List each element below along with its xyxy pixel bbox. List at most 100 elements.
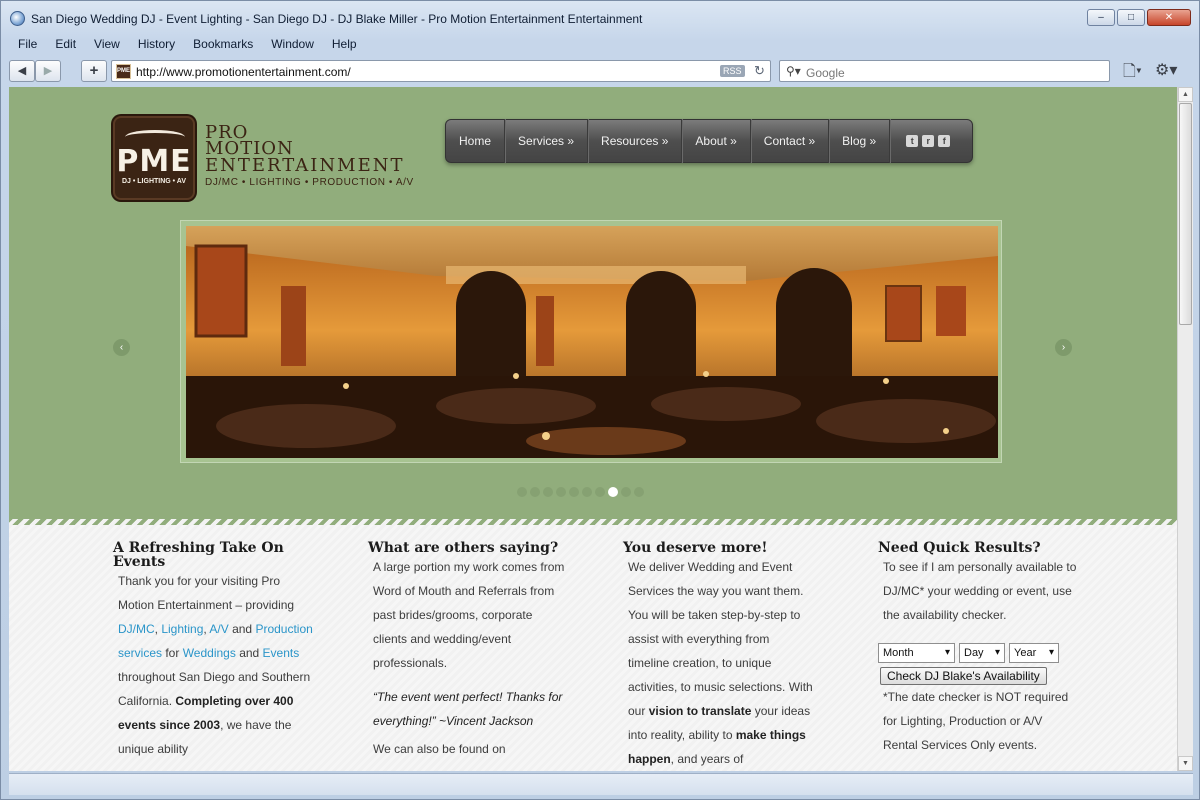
slider-dot[interactable] [556,487,566,497]
slider-dot[interactable] [634,487,644,497]
deserve-heading: You deserve more! [623,540,768,556]
link-lighting[interactable]: Lighting [161,622,203,636]
logo-mark: PME [116,144,192,179]
testimonials-heading: What are others saying? [368,540,559,556]
availability-heading: Need Quick Results? [878,540,1041,556]
column-intro: A Refreshing Take On Events Thank you fo… [113,541,313,761]
slider-dot[interactable] [530,487,540,497]
status-bar [9,773,1193,795]
deserve-bold-1: vision to translate [648,704,752,718]
page-menu-icon[interactable]: 🗋▾ [1123,60,1142,87]
logo-swoosh [125,130,185,144]
slider-next-button[interactable]: › [1055,339,1072,356]
logo-tagline: DJ/MC • LIGHTING • PRODUCTION • A/V [205,177,414,188]
twitter-icon[interactable]: t [906,135,919,147]
slider-dot-active[interactable] [608,487,618,497]
slider-dot[interactable] [517,487,527,497]
link-events[interactable]: Events [263,646,300,660]
year-select[interactable]: Year [1009,643,1059,663]
slider-dot[interactable] [543,487,553,497]
window-title: San Diego Wedding DJ - Event Lighting - … [31,12,643,26]
intro-text-1: Thank you for your visiting Pro Motion E… [118,574,295,612]
deserve-text: We deliver Wedding and Event Services th… [623,555,813,771]
nav-contact[interactable]: Contact » [751,119,830,163]
logo-text[interactable]: PRO MOTION ENTERTAINMENT DJ/MC • LIGHTIN… [205,124,414,189]
availability-text: To see if I am personally available to D… [883,560,1077,622]
main-navigation: Home Services » Resources » About » Cont… [445,119,973,163]
vertical-scrollbar[interactable]: ▲ ▼ [1177,87,1193,771]
site-favicon-icon: PME [116,64,131,79]
nav-blog[interactable]: Blog » [829,119,891,163]
content-area: A Refreshing Take On Events Thank you fo… [9,525,1177,771]
intro-and-2: and [239,646,263,660]
page-viewport: PME DJ • LIGHTING • AV PRO MOTION ENTERT… [9,87,1177,771]
menu-file[interactable]: File [9,35,46,55]
nav-resources[interactable]: Resources » [588,119,683,163]
intro-for: for [162,646,183,660]
browser-window: San Diego Wedding DJ - Event Lighting - … [0,0,1200,800]
close-button[interactable]: ✕ [1147,9,1191,26]
reload-icon[interactable]: ↻ [754,63,765,79]
gear-icon[interactable]: ⚙▾ [1155,60,1177,80]
column-availability: Need Quick Results? To see if I am perso… [878,541,1078,757]
nav-about[interactable]: About » [682,119,751,163]
slider-dot[interactable] [569,487,579,497]
slider-prev-button[interactable]: ‹ [113,339,130,356]
navigation-toolbar: ◀ ▶ + PME http://www.promotionentertainm… [9,57,1193,85]
testimonials-found-on: We can also be found on [373,742,506,756]
menu-bookmarks[interactable]: Bookmarks [184,35,262,55]
menu-window[interactable]: Window [262,35,323,55]
search-icon[interactable]: ⚲▾ [786,64,801,78]
new-tab-button[interactable]: + [81,60,107,82]
scroll-down-button[interactable]: ▼ [1178,756,1193,771]
rss-feed-icon[interactable]: r [922,135,935,147]
menu-view[interactable]: View [85,35,129,55]
logo-subtitle: DJ • LIGHTING • AV [121,178,186,185]
nav-services[interactable]: Services » [505,119,589,163]
day-select[interactable]: Day [959,643,1005,663]
slide-image-ballroom[interactable] [186,226,998,458]
slider-pagination [517,487,644,497]
intro-and-1: and [228,622,253,636]
testimonial-quote: “The event went perfect! Thanks for ever… [373,690,563,728]
scroll-thumb[interactable] [1179,103,1192,325]
column-testimonials: What are others saying? A large portion … [368,541,568,761]
ballroom-photo [186,226,998,458]
menu-history[interactable]: History [129,35,184,55]
logo-line-3: ENTERTAINMENT [205,155,405,176]
deserve-text-3: , and years of [670,752,744,766]
menu-bar: File Edit View History Bookmarks Window … [9,35,366,55]
availability-note: *The date checker is NOT required for Li… [883,690,1069,752]
address-bar[interactable]: PME http://www.promotionentertainment.co… [111,60,771,82]
slider-dot[interactable] [582,487,592,497]
maximize-button[interactable]: □ [1117,9,1145,26]
back-button[interactable]: ◀ [9,60,35,82]
forward-button[interactable]: ▶ [35,60,61,82]
column-deserve-more: You deserve more! We deliver Wedding and… [623,541,813,771]
search-placeholder: Google [806,66,845,80]
facebook-icon[interactable]: f [938,135,951,147]
scroll-up-button[interactable]: ▲ [1178,87,1193,102]
link-weddings[interactable]: Weddings [183,646,236,660]
menu-edit[interactable]: Edit [46,35,85,55]
menu-help[interactable]: Help [323,35,366,55]
slider-frame [180,220,1002,463]
rss-icon[interactable]: RSS [720,65,745,77]
slider-dot[interactable] [621,487,631,497]
slider-dot[interactable] [595,487,605,497]
browser-icon [10,11,25,26]
intro-heading: A Refreshing Take On Events [113,540,284,570]
site-logo[interactable]: PME DJ • LIGHTING • AV [113,116,195,200]
check-availability-button[interactable]: Check DJ Blake's Availability [880,667,1047,685]
title-bar: San Diego Wedding DJ - Event Lighting - … [1,1,1199,35]
month-select[interactable]: Month [878,643,955,663]
minimize-button[interactable]: – [1087,9,1115,26]
search-input[interactable]: ⚲▾ Google [779,60,1110,82]
social-links: t r f [890,135,951,147]
intro-text: Thank you for your visiting Pro Motion E… [113,569,313,761]
url-text[interactable]: http://www.promotionentertainment.com/ [136,65,351,79]
nav-home[interactable]: Home [446,119,506,163]
testimonials-text: A large portion my work comes from Word … [373,560,565,670]
link-av[interactable]: A/V [209,622,228,636]
link-dj-mc[interactable]: DJ/MC [118,622,155,636]
